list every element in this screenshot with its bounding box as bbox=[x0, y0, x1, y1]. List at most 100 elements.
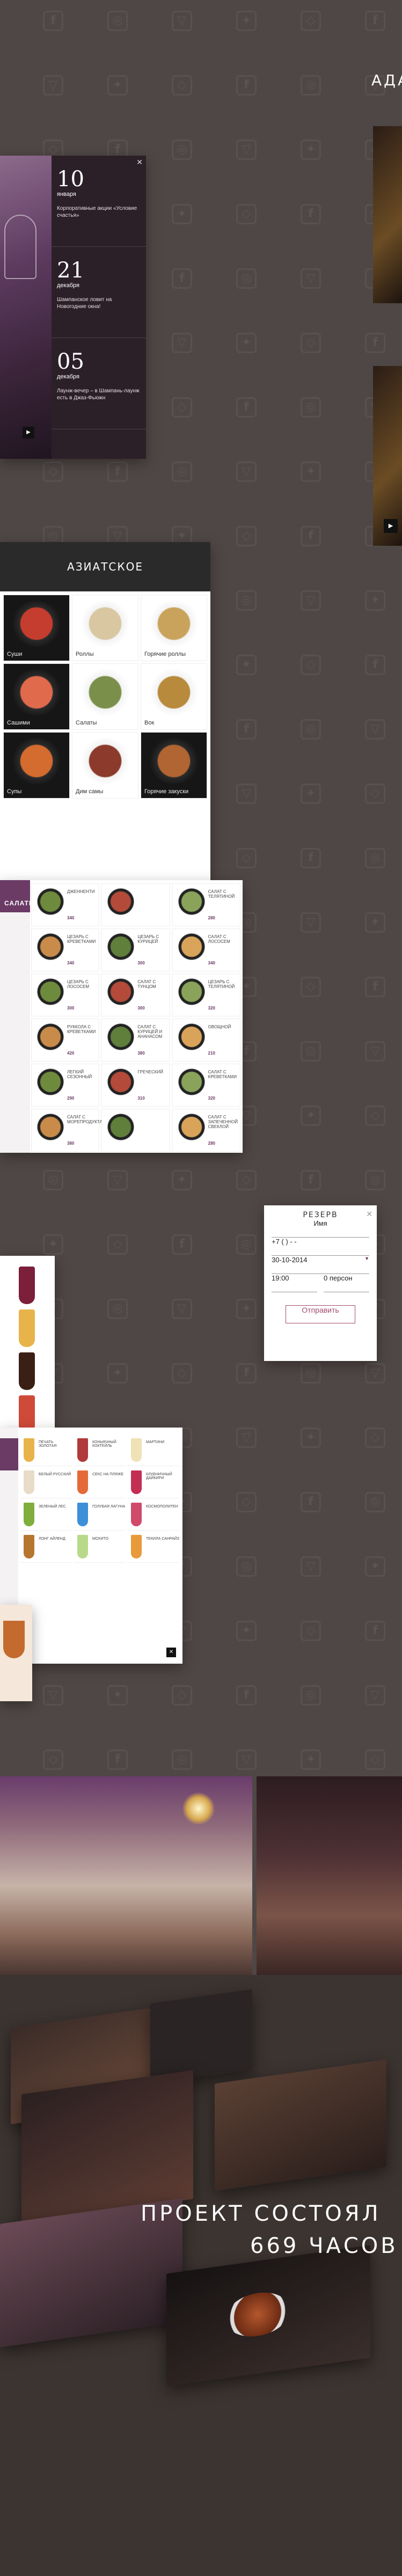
sidebar-item-cocktails[interactable] bbox=[0, 1438, 18, 1470]
pattern-icon: f bbox=[236, 75, 257, 96]
menu-tile[interactable]: Роллы bbox=[72, 595, 138, 661]
submit-button[interactable]: Отправить bbox=[286, 1305, 355, 1323]
salad-item[interactable]: ЛЕГКИЙ СЕЗОННЫЙ 290 bbox=[31, 1064, 100, 1107]
menu-tile[interactable]: Вок bbox=[141, 663, 207, 730]
salad-plate bbox=[106, 977, 136, 1006]
salad-item[interactable]: ГРЕЧЕСКИЙ 310 bbox=[101, 1064, 170, 1107]
drink-item[interactable]: ПЕЧАТЬ ЗОЛОТАЯ bbox=[20, 1434, 72, 1466]
drink-item[interactable]: МОХИТО bbox=[74, 1531, 126, 1563]
pattern-icon: ✦ bbox=[236, 1299, 257, 1319]
event-item[interactable]: 21 декабря Шампанское ловит на Новогодни… bbox=[52, 247, 146, 338]
salad-plate bbox=[36, 1022, 65, 1051]
menu-tile[interactable]: Супы bbox=[3, 732, 70, 799]
pattern-icon: f bbox=[236, 1363, 257, 1384]
close-icon[interactable]: ✕ bbox=[136, 158, 143, 167]
dish-image bbox=[10, 669, 63, 715]
pattern-icon: ◇ bbox=[236, 526, 257, 546]
salad-item[interactable]: САЛАТ С ТУНЦОМ 300 bbox=[101, 974, 170, 1016]
video-thumbnail-top[interactable] bbox=[373, 126, 402, 303]
pattern-icon: ✦ bbox=[365, 590, 385, 611]
drink-item[interactable]: МАРТИНИ bbox=[128, 1434, 179, 1466]
drink-glass bbox=[131, 1535, 142, 1558]
event-desc: Шампанское ловит на Новогодние окна! bbox=[57, 297, 112, 310]
drink-glass bbox=[19, 1267, 35, 1304]
menu-tile[interactable]: Дим самы bbox=[72, 732, 138, 799]
salad-title: САЛАТ С ТУНЦОМ bbox=[137, 979, 156, 989]
menu-tile[interactable]: Сашими bbox=[3, 663, 70, 730]
menu-tile[interactable]: Суши bbox=[3, 595, 70, 661]
drink-item[interactable]: ТЕКИЛА САНРАЙЗ bbox=[128, 1531, 179, 1563]
drink-name: МОХИТО bbox=[92, 1537, 109, 1541]
drink-item[interactable]: СЕКС НА ПЛЯЖЕ bbox=[74, 1466, 126, 1498]
salad-item[interactable]: САЛАТ С ЗАПЕЧЕННОЙ СВЕКЛОЙ 280 bbox=[172, 1109, 240, 1152]
salad-item[interactable]: ДЖЕННЕНТИ 340 bbox=[31, 883, 100, 926]
salad-item[interactable]: САЛАТ С ЛОСОСЕМ 340 bbox=[172, 928, 240, 971]
drink-item[interactable]: ЛОНГ АЙЛЕНД bbox=[20, 1531, 72, 1563]
pattern-icon: ◇ bbox=[301, 333, 321, 353]
salad-item[interactable]: ЦЕЗАРЬ С КРЕВЕТКАМИ 340 bbox=[31, 928, 100, 971]
pattern-icon: ◎ bbox=[172, 462, 192, 482]
event-item[interactable]: 10 января Корпоративные акции «Условие с… bbox=[52, 156, 146, 247]
salad-price: 320 bbox=[208, 1006, 216, 1011]
wine-glass-illustration bbox=[4, 215, 36, 279]
drink-item[interactable]: ГОЛУБАЯ ЛАГУНА bbox=[74, 1498, 126, 1531]
drinks-column: МАРТИНИ КЛУБНИЧНЫЙ ДАЙКИРИ КОСМОПОЛИТЕН ТЕК… bbox=[128, 1434, 179, 1563]
time-field[interactable]: 19:00 bbox=[272, 1274, 317, 1292]
salad-item[interactable] bbox=[101, 1109, 170, 1152]
salad-price: 340 bbox=[67, 916, 75, 920]
menu-tile[interactable]: Горячие закуски bbox=[141, 732, 207, 799]
salad-item[interactable]: ОВОЩНОЙ 210 bbox=[172, 1019, 240, 1062]
pattern-icon: ▽ bbox=[43, 75, 63, 96]
pattern-icon: ✦ bbox=[107, 1685, 128, 1706]
drinks-column: ПЕЧАТЬ ЗОЛОТАЯ БЕЛЫЙ РУССКИЙ ЗЕЛЕНЫЙ ЛЕС ЛО… bbox=[20, 1434, 72, 1563]
pattern-icon: ✦ bbox=[301, 140, 321, 160]
salad-item[interactable]: САЛАТ С МОРЕПРОДУКТАМИ 380 bbox=[31, 1109, 109, 1152]
pattern-icon: ◇ bbox=[236, 1170, 257, 1190]
menu-tile-label: Горячие роллы bbox=[144, 651, 186, 657]
salad-item[interactable]: САЛАТ С КУРИЦЕЙ И АНАНАСОМ 380 bbox=[101, 1019, 170, 1062]
salad-item[interactable] bbox=[101, 883, 170, 926]
menu-tile[interactable]: Салаты bbox=[72, 663, 138, 730]
pattern-icon: ▽ bbox=[301, 268, 321, 289]
sidebar-item-salads[interactable]: САЛАТЫ bbox=[0, 880, 35, 912]
pattern-icon: ▽ bbox=[365, 1041, 385, 1062]
close-icon[interactable]: ✕ bbox=[166, 1648, 176, 1657]
phone-field[interactable]: +7 ( ) - - bbox=[272, 1238, 369, 1256]
salad-item[interactable]: ЦЕЗАРЬ С ТЕЛЯТИНОЙ 320 bbox=[172, 974, 240, 1016]
video-thumbnail-bottom[interactable]: ▶ bbox=[373, 366, 402, 546]
play-icon[interactable]: ▶ bbox=[23, 427, 34, 438]
salad-item[interactable]: САЛАТ С КРЕВЕТКАМИ 320 bbox=[172, 1064, 240, 1107]
pattern-icon: ▽ bbox=[301, 1556, 321, 1577]
pattern-icon: ◇ bbox=[301, 977, 321, 997]
name-field[interactable]: Имя bbox=[272, 1219, 369, 1238]
salad-plate bbox=[36, 1113, 65, 1141]
salad-item[interactable]: ЦЕЗАРЬ С ЛОСОСЕМ 300 bbox=[31, 974, 100, 1016]
drink-item[interactable]: КОСМОПОЛИТЕН bbox=[128, 1498, 179, 1531]
pattern-icon: ◇ bbox=[365, 784, 385, 804]
pattern-icon: ◇ bbox=[236, 204, 257, 224]
chevron-down-icon: ▼ bbox=[364, 1256, 369, 1261]
pattern-icon: ◇ bbox=[365, 1750, 385, 1770]
drink-item[interactable]: ЗЕЛЕНЫЙ ЛЕС bbox=[20, 1498, 72, 1531]
salad-item[interactable]: САЛАТ С ТЕЛЯТИНОЙ 280 bbox=[172, 883, 240, 926]
pattern-icon: ✦ bbox=[236, 333, 257, 353]
drink-item[interactable]: КОНЬЯЧНЫЙ КОКТЕЙЛЬ bbox=[74, 1434, 126, 1466]
drink-item[interactable]: БЕЛЫЙ РУССКИЙ bbox=[20, 1466, 72, 1498]
pattern-icon: ◇ bbox=[107, 1234, 128, 1255]
pattern-icon: ◇ bbox=[236, 1492, 257, 1512]
drink-name: СЕКС НА ПЛЯЖЕ bbox=[92, 1473, 124, 1476]
guests-field[interactable]: 0 персон bbox=[324, 1274, 369, 1292]
date-field[interactable]: 30-10-2014 ▼ bbox=[272, 1256, 369, 1274]
pattern-icon: ✦ bbox=[365, 912, 385, 933]
play-icon[interactable]: ▶ bbox=[384, 519, 398, 533]
menu-tile[interactable]: Горячие роллы bbox=[141, 595, 207, 661]
salad-item[interactable]: ЦЕЗАРЬ С КУРИЦЕЙ 300 bbox=[101, 928, 170, 971]
event-item[interactable]: 05 декабря Лаунж-вечер – в Шампань-лаунж… bbox=[52, 338, 146, 429]
drink-item[interactable]: КЛУБНИЧНЫЙ ДАЙКИРИ bbox=[128, 1466, 179, 1498]
menu-tile-label: Супы bbox=[7, 788, 22, 795]
pattern-icon: ◇ bbox=[172, 397, 192, 418]
close-icon[interactable]: ✕ bbox=[366, 1210, 372, 1219]
salad-price: 300 bbox=[137, 961, 145, 965]
pattern-icon: ▽ bbox=[236, 1750, 257, 1770]
salad-item[interactable]: РУККОЛА С КРЕВЕТКАМИ 420 bbox=[31, 1019, 100, 1062]
